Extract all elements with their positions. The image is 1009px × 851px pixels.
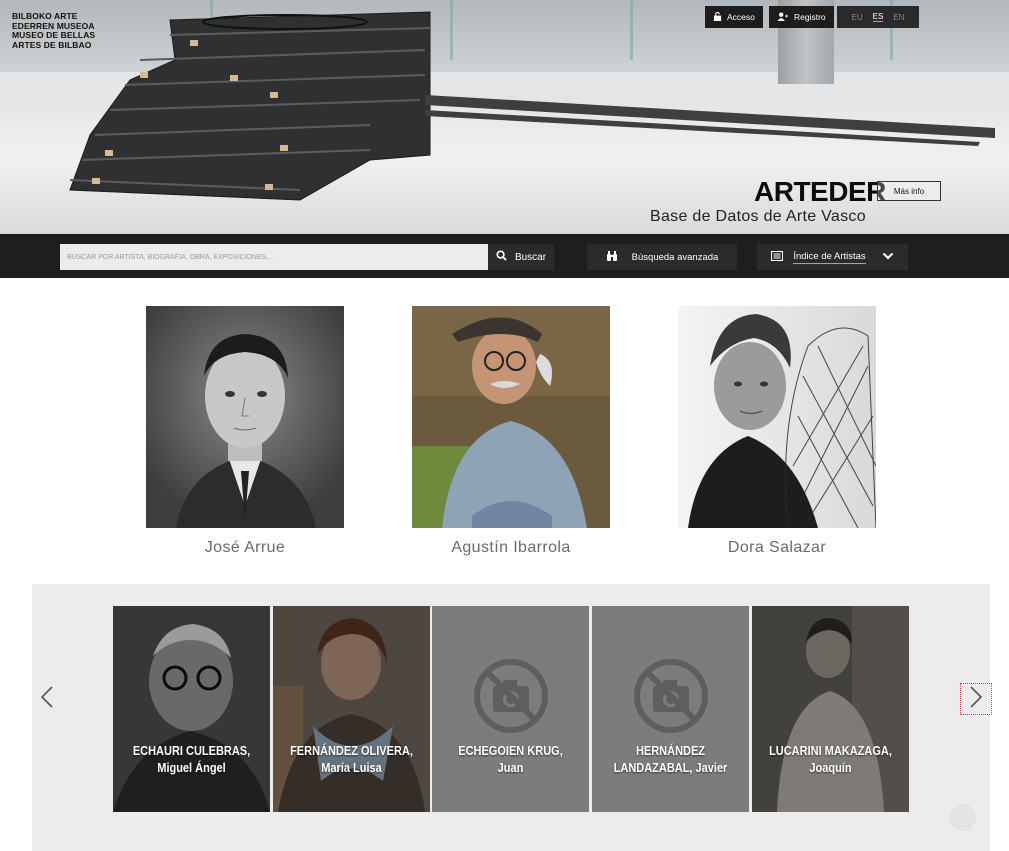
carousel-artist-line: HERNÁNDEZ <box>635 744 706 758</box>
advanced-search-label: Búsqueda avanzada <box>631 251 719 263</box>
carousel-artist-name: LUCARINI MAKAZAGA, Joaquín <box>761 743 899 777</box>
carousel-artist-name: HERNÁNDEZ LANDAZABAL, Javier <box>601 743 739 777</box>
carousel-artist-card[interactable]: ECHAURI CULEBRAS, Miguel Ángel <box>113 606 270 812</box>
search-input[interactable] <box>60 244 488 270</box>
featured-artist-card[interactable]: Agustín Ibarrola <box>412 306 610 557</box>
user-add-icon <box>777 12 789 23</box>
carousel-artist-line: FERNÁNDEZ OLIVERA, <box>290 744 413 758</box>
site-title: ARTEDER <box>754 176 886 207</box>
chevron-down-icon <box>882 252 894 263</box>
carousel-artist-line: Miguel Ángel <box>157 761 226 775</box>
register-label: Registro <box>794 12 826 22</box>
search-icon <box>496 250 507 264</box>
carousel-artist-line: LUCARINI MAKAZAGA, <box>769 744 892 758</box>
artist-portrait[interactable] <box>678 306 876 528</box>
artist-index-dropdown[interactable]: Índice de Artistas <box>757 244 908 270</box>
artist-carousel: ECHAURI CULEBRAS, Miguel Ángel FERNÁNDEZ… <box>32 584 992 851</box>
museum-logo[interactable]: BILBOKO ARTE EDERREN MUSEOA MUSEO DE BEL… <box>12 11 95 50</box>
access-label: Acceso <box>727 12 755 22</box>
featured-artist-card[interactable]: José Arrue <box>146 306 344 557</box>
carousel-artist-card[interactable]: ECHEGOIEN KRUG, Juan <box>432 606 589 812</box>
carousel-artist-card[interactable]: LUCARINI MAKAZAGA, Joaquín <box>752 606 909 812</box>
carousel-artist-card[interactable]: HERNÁNDEZ LANDAZABAL, Javier <box>592 606 749 812</box>
carousel-artist-line: María Luisa <box>321 761 382 775</box>
carousel-prev-button[interactable] <box>32 684 62 714</box>
carousel-artist-line: ECHEGOIEN KRUG, <box>458 744 563 758</box>
hero-banner: BILBOKO ARTE EDERREN MUSEOA MUSEO DE BEL… <box>0 0 1009 234</box>
lock-icon <box>713 11 722 23</box>
search-button[interactable]: Buscar <box>488 244 554 270</box>
more-info-button[interactable]: Más info <box>877 181 941 201</box>
carousel-artist-name: ECHEGOIEN KRUG, Juan <box>441 743 579 777</box>
artist-portrait[interactable] <box>146 306 344 528</box>
access-button[interactable]: Acceso <box>705 6 763 28</box>
chevron-right-icon <box>969 685 983 714</box>
advanced-search-button[interactable]: Búsqueda avanzada <box>587 244 737 270</box>
carousel-artist-card[interactable]: FERNÁNDEZ OLIVERA, María Luisa <box>273 606 430 812</box>
carousel-artist-line: ECHAURI CULEBRAS, <box>132 744 251 758</box>
artist-name[interactable]: José Arrue <box>146 539 344 557</box>
carousel-artist-name: ECHAURI CULEBRAS, Miguel Ángel <box>122 743 260 777</box>
carousel-next-button[interactable] <box>960 683 992 715</box>
site-subtitle: Base de Datos de Arte Vasco <box>650 208 866 225</box>
artist-name[interactable]: Dora Salazar <box>678 539 876 557</box>
artist-portrait[interactable] <box>412 306 610 528</box>
lang-eu[interactable]: EU <box>852 13 863 22</box>
carousel-artist-line: Juan <box>497 761 524 775</box>
artist-thumbnail <box>752 606 909 812</box>
carousel-artist-name: FERNÁNDEZ OLIVERA, María Luisa <box>282 743 420 777</box>
artist-name[interactable]: Agustín Ibarrola <box>412 539 610 557</box>
search-bar: Buscar Búsqueda avanzada Índice de Artis… <box>0 234 1009 278</box>
lang-es[interactable]: ES <box>872 12 884 22</box>
artist-index-label: Índice de Artistas <box>793 250 866 264</box>
book-index-icon <box>771 250 784 264</box>
artist-thumbnail <box>273 606 430 812</box>
carousel-artist-line: LANDAZABAL, Javier <box>613 761 728 775</box>
scroll-to-top-button[interactable] <box>949 804 976 831</box>
lang-en[interactable]: EN <box>893 13 904 22</box>
carousel-artist-line: Joaquín <box>809 761 852 775</box>
featured-artist-card[interactable]: Dora Salazar <box>678 306 876 557</box>
logo-line: ARTES DE BILBAO <box>12 39 92 50</box>
search-button-label: Buscar <box>514 251 547 263</box>
language-switcher: EU ES EN <box>837 6 919 28</box>
chevron-left-icon <box>40 685 54 714</box>
binoculars-icon <box>606 250 618 265</box>
register-button[interactable]: Registro <box>769 6 834 28</box>
artist-thumbnail <box>113 606 270 812</box>
